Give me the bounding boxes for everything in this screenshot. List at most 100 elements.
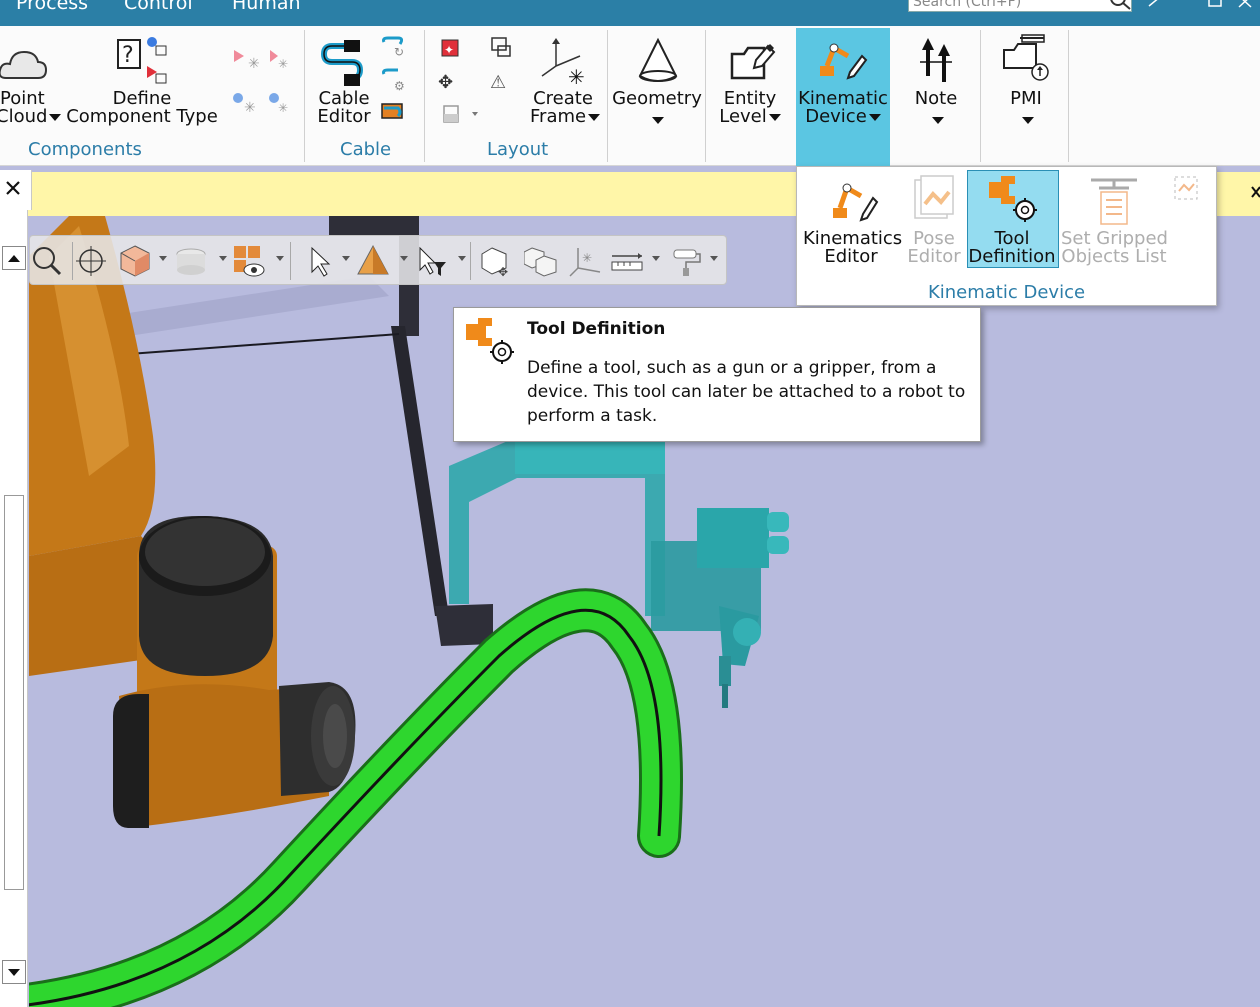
dropdown-arrow-icon[interactable] — [710, 256, 718, 261]
dropdown-arrow-icon[interactable] — [219, 256, 227, 261]
component-small-icons[interactable]: ✳ ✳ ✳ ✳ — [230, 46, 294, 136]
dropdown-arrow-icon — [49, 113, 62, 121]
pose-editor-label-2: Editor — [907, 246, 961, 267]
ribbon-divider — [304, 30, 305, 162]
visibility-icon[interactable] — [232, 244, 266, 278]
tool-definition-label-2: Definition — [968, 246, 1056, 267]
cylinder-icon[interactable] — [174, 244, 208, 278]
info-bar-close-icon[interactable] — [1250, 185, 1260, 199]
cubes-icon[interactable] — [524, 244, 558, 278]
restore-icon[interactable] — [1208, 0, 1222, 8]
note-label: Note — [914, 88, 958, 109]
set-gripped-label-2: Objects List — [1061, 246, 1167, 267]
pose-editor-icon — [914, 175, 954, 219]
svg-text:✳: ✳ — [278, 57, 288, 71]
set-gripped-objects-list-button[interactable]: Set Gripped Objects List — [1061, 170, 1168, 270]
filter-pointer-icon[interactable] — [414, 244, 448, 278]
measure-icon[interactable] — [610, 244, 644, 278]
dropdown-arrow-icon[interactable] — [159, 256, 167, 261]
axes-icon[interactable]: ✳ — [568, 244, 602, 278]
view-cube-icon[interactable] — [118, 244, 152, 278]
kinematics-extra-icon[interactable] — [1173, 175, 1199, 201]
cable-editor-label-2: Editor — [317, 106, 371, 127]
dropdown-arrow-icon[interactable] — [458, 256, 466, 261]
cable-small-icons[interactable]: ↻ ⚙ — [380, 36, 410, 132]
create-frame-button[interactable]: ✳ Create Frame — [530, 34, 601, 134]
svg-text:✳: ✳ — [278, 101, 288, 115]
select-pointer-icon[interactable] — [302, 244, 336, 278]
close-window-icon[interactable] — [1238, 0, 1252, 8]
tooltip: Tool Definition Define a tool, such as a… — [453, 307, 981, 442]
toolbar-divider — [470, 242, 471, 280]
scroll-up-icon — [8, 255, 20, 262]
tab-process[interactable]: Process — [16, 0, 88, 14]
create-frame-label-2: Frame — [530, 106, 587, 127]
ribbon: Point Cloud ? Define Component Type ✳ ✳ … — [0, 26, 1260, 166]
tab-human[interactable]: Human — [232, 0, 301, 14]
target-icon[interactable] — [74, 244, 108, 278]
note-icon — [920, 38, 952, 82]
kinematic-device-button[interactable]: Kinematic Device — [796, 28, 890, 166]
entity-level-label-2: Level — [719, 106, 767, 127]
define-component-type-button[interactable]: ? Define Component Type — [64, 34, 224, 134]
layout-small-icons[interactable]: ✦ ✥ ⚠ — [436, 36, 526, 132]
dropdown-arrow-icon[interactable] — [400, 256, 408, 261]
entity-level-icon — [730, 44, 776, 80]
dropdown-arrow-icon[interactable] — [276, 256, 284, 261]
point-cloud-button[interactable]: Point Cloud — [0, 34, 62, 134]
toolbar-divider — [290, 242, 291, 280]
group-label-components: Components — [28, 139, 142, 160]
panel-close-icon[interactable] — [6, 181, 20, 195]
scrollbar-thumb[interactable] — [4, 495, 24, 890]
move-cube-icon[interactable]: ✥ — [480, 244, 514, 278]
tool-definition-icon — [989, 176, 1037, 222]
entity-level-button[interactable]: Entity Level — [712, 34, 790, 134]
paint-roller-icon[interactable] — [670, 244, 704, 278]
group-label-layout: Layout — [487, 139, 549, 160]
cone-icon — [638, 37, 678, 82]
pmi-button[interactable]: PMI — [984, 34, 1068, 134]
tooltip-description: Define a tool, such as a gun or a grippe… — [527, 358, 966, 426]
toolbar-divider — [72, 242, 73, 280]
ribbon-divider — [424, 30, 425, 162]
svg-text:✳: ✳ — [248, 56, 260, 72]
kinematic-device-icon — [820, 43, 868, 80]
tab-control[interactable]: Control — [124, 0, 193, 14]
point-cloud-label-2: Cloud — [0, 106, 48, 127]
zoom-icon[interactable] — [30, 244, 64, 278]
dropdown-arrow-icon — [588, 113, 601, 121]
ribbon-divider — [607, 30, 608, 162]
scroll-down-icon — [8, 969, 20, 976]
ribbon-divider — [980, 30, 981, 162]
kinematics-editor-button[interactable]: Kinematics Editor — [803, 170, 902, 270]
dropdown-arrow-icon — [932, 117, 944, 124]
search-input[interactable]: Search (Ctrl+F) — [908, 0, 1132, 12]
dropdown-arrow-icon[interactable] — [652, 256, 660, 261]
svg-text:✦: ✦ — [444, 43, 454, 57]
share-icon[interactable] — [1148, 0, 1162, 8]
tool-definition-icon — [466, 318, 514, 364]
pose-editor-button[interactable]: Pose Editor — [901, 170, 967, 270]
kinematic-device-label-2: Device — [805, 106, 867, 127]
tooltip-title: Tool Definition — [527, 319, 666, 339]
kinematics-editor-icon — [833, 183, 879, 222]
kinematic-device-dropdown: Kinematics Editor Pose Editor Tool Defin… — [796, 166, 1217, 306]
search-icon[interactable] — [1108, 0, 1134, 12]
cloud-icon — [0, 50, 48, 79]
create-frame-icon: ✳ — [541, 38, 585, 86]
viewport-toolbar: ✥ ✳ — [29, 235, 727, 285]
pmi-icon — [1003, 34, 1049, 81]
ribbon-divider — [705, 30, 706, 162]
svg-text:✥: ✥ — [498, 265, 508, 278]
pyramid-icon[interactable] — [356, 244, 390, 278]
note-button[interactable]: Note — [896, 34, 976, 134]
cable-editor-button[interactable]: Cable Editor — [312, 34, 378, 134]
dropdown-arrow-icon — [868, 113, 881, 121]
dropdown-arrow-icon — [1022, 117, 1034, 124]
scroll-up-button[interactable] — [2, 246, 26, 270]
svg-text:⚙: ⚙ — [394, 79, 405, 93]
tool-definition-button[interactable]: Tool Definition — [967, 170, 1059, 268]
scroll-down-button[interactable] — [2, 960, 26, 984]
dropdown-arrow-icon[interactable] — [342, 256, 350, 261]
geometry-button[interactable]: Geometry — [612, 34, 702, 134]
